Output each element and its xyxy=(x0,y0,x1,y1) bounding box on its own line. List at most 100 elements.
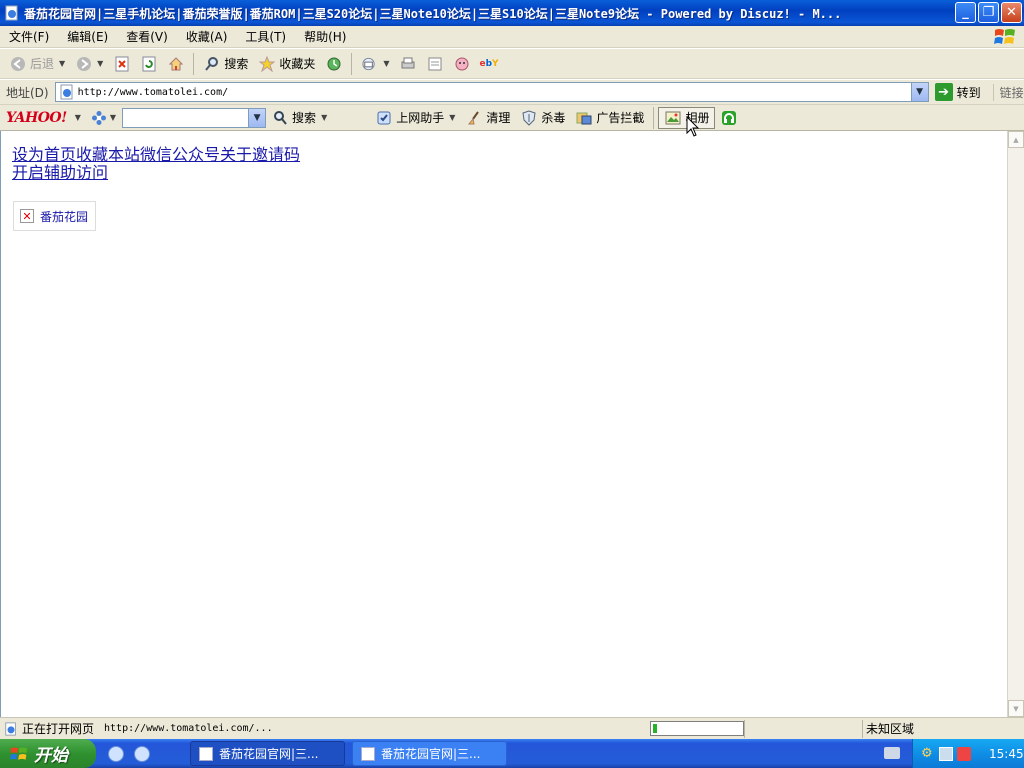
assistant-dropdown-icon[interactable]: ▼ xyxy=(449,113,455,122)
back-label: 后退 xyxy=(30,57,55,71)
links-toolbar[interactable]: 链接 xyxy=(992,83,1024,101)
yahoo-menu-dropdown-icon[interactable]: ▼ xyxy=(75,113,81,122)
music-button[interactable] xyxy=(715,107,742,129)
minimize-button[interactable]: _ xyxy=(955,2,976,23)
menu-tools[interactable]: 工具(T) xyxy=(236,28,295,45)
status-url: http://www.tomatolei.com/... xyxy=(104,723,273,734)
mail-button[interactable]: ▼ xyxy=(356,51,394,77)
magnifier-icon xyxy=(203,55,220,72)
photo-album-icon xyxy=(664,109,681,126)
go-label: 转到 xyxy=(956,85,981,100)
accessibility-link[interactable]: 开启辅助访问 xyxy=(12,163,108,182)
ie-page-icon xyxy=(5,5,18,21)
yahoo-search-dropdown-icon[interactable]: ▼ xyxy=(248,108,266,127)
messenger-button[interactable] xyxy=(449,51,476,77)
loading-progress-bar xyxy=(650,721,744,736)
address-dropdown-icon[interactable]: ▼ xyxy=(910,83,928,101)
history-button[interactable] xyxy=(320,51,347,77)
bookmark-site-link[interactable]: 收藏本站 xyxy=(76,145,140,164)
forward-button[interactable]: ▼ xyxy=(70,51,108,77)
yahoo-search-label: 搜索 xyxy=(292,111,317,125)
page-content: 设为首页收藏本站微信公众号关于邀请码 开启辅助访问 ✕ 番茄花园 xyxy=(0,131,1007,717)
yahoo-search-input[interactable]: ▼ xyxy=(122,107,267,128)
assistant-button[interactable]: 上网助手 ▼ xyxy=(370,107,460,129)
windows-logo-icon xyxy=(990,26,1020,48)
quick-launch xyxy=(108,745,150,762)
magnifier-icon xyxy=(271,109,288,126)
favorites-button[interactable]: 收藏夹 xyxy=(253,51,320,77)
taskbar-window-2[interactable]: 番茄花园官网|三... xyxy=(352,741,507,766)
favorites-label: 收藏夹 xyxy=(279,57,316,71)
clock[interactable]: 15:45 xyxy=(989,747,1024,761)
network-tray-icon[interactable] xyxy=(939,746,953,761)
refresh-button[interactable] xyxy=(135,51,162,77)
desktop-quicklaunch-icon[interactable] xyxy=(134,745,150,762)
yahoo-search-menu-icon[interactable]: ▼ xyxy=(321,113,327,122)
flower-icon[interactable] xyxy=(91,109,108,126)
toolbar-separator xyxy=(653,106,655,129)
status-message: 正在打开网页 http://www.tomatolei.com/... xyxy=(4,720,644,737)
address-bar: 地址(D) http://www.tomatolei.com/ ▼ ➔ 转到 链… xyxy=(0,80,1024,105)
wechat-link[interactable]: 微信公众号 xyxy=(140,145,220,164)
top-links-row-2: 开启辅助访问 xyxy=(12,164,300,182)
back-dropdown-icon[interactable]: ▼ xyxy=(59,59,65,68)
start-label: 开始 xyxy=(34,746,68,766)
address-input[interactable]: http://www.tomatolei.com/ ▼ xyxy=(54,82,929,102)
adblock-label: 广告拦截 xyxy=(596,111,645,125)
menu-edit[interactable]: 编辑(E) xyxy=(58,28,117,45)
keyboard-icon[interactable] xyxy=(884,747,900,759)
forward-dropdown-icon[interactable]: ▼ xyxy=(97,59,103,68)
window-controls: _ ❐ ✕ xyxy=(955,2,1022,23)
restore-button[interactable]: ❐ xyxy=(978,2,999,23)
start-button[interactable]: 开始 xyxy=(0,739,96,768)
clean-button[interactable]: 清理 xyxy=(460,107,515,129)
set-homepage-link[interactable]: 设为首页 xyxy=(12,145,76,164)
back-arrow-icon xyxy=(9,55,26,72)
print-button[interactable] xyxy=(395,51,422,77)
search-label: 搜索 xyxy=(224,57,249,71)
mouse-cursor-icon xyxy=(686,116,700,137)
status-divider xyxy=(744,720,745,738)
status-text: 正在打开网页 xyxy=(22,722,95,736)
search-button[interactable]: 搜索 xyxy=(198,51,253,77)
address-label: 地址(D) xyxy=(6,85,49,100)
vertical-scrollbar[interactable]: ▲ ▼ xyxy=(1007,131,1024,717)
ebay-button[interactable]: ebY xyxy=(476,51,503,77)
edit-button[interactable] xyxy=(422,51,449,77)
mail-dropdown-icon[interactable]: ▼ xyxy=(383,59,389,68)
menu-favorites[interactable]: 收藏(A) xyxy=(177,28,237,45)
menu-bar: 文件(F) 编辑(E) 查看(V) 收藏(A) 工具(T) 帮助(H) xyxy=(0,26,1024,48)
go-arrow-icon: ➔ xyxy=(934,83,953,101)
ie-page-icon xyxy=(199,746,213,761)
back-button[interactable]: 后退 ▼ xyxy=(4,51,70,77)
security-tray-icon[interactable] xyxy=(957,746,971,761)
broken-image-icon: ✕ xyxy=(20,209,34,223)
yahoo-logo[interactable]: YAHOO! xyxy=(6,110,67,126)
adblock-button[interactable]: 广告拦截 xyxy=(570,107,649,129)
window-titlebar[interactable]: 番茄花园官网|三星手机论坛|番茄荣誉版|番茄ROM|三星S20论坛|三星Note… xyxy=(0,0,1024,26)
site-logo-image[interactable]: ✕ 番茄花园 xyxy=(13,201,96,231)
antivirus-button[interactable]: 杀毒 xyxy=(515,107,570,129)
menu-file[interactable]: 文件(F) xyxy=(0,28,58,45)
messenger-icon xyxy=(454,55,471,72)
toolbar-separator xyxy=(351,52,353,75)
menu-view[interactable]: 查看(V) xyxy=(117,28,177,45)
scroll-up-arrow[interactable]: ▲ xyxy=(1008,131,1024,148)
go-button[interactable]: ➔ 转到 xyxy=(934,83,981,101)
flower-dropdown-icon[interactable]: ▼ xyxy=(110,113,116,122)
clean-label: 清理 xyxy=(486,111,511,125)
close-button[interactable]: ✕ xyxy=(1001,2,1022,23)
page-icon xyxy=(60,84,73,100)
scroll-down-arrow[interactable]: ▼ xyxy=(1008,700,1024,717)
taskbar-window-1[interactable]: 番茄花园官网|三... xyxy=(190,741,345,766)
stop-button[interactable] xyxy=(108,51,135,77)
refresh-icon xyxy=(140,55,157,72)
menu-help[interactable]: 帮助(H) xyxy=(295,28,355,45)
gear-tray-icon[interactable]: ⚙ xyxy=(921,746,935,761)
star-icon xyxy=(258,55,275,72)
home-button[interactable] xyxy=(162,51,189,77)
ie-quicklaunch-icon[interactable] xyxy=(108,745,124,762)
yahoo-search-button[interactable]: 搜索 ▼ xyxy=(266,107,332,129)
checkbox-shield-icon xyxy=(375,109,392,126)
invite-code-link[interactable]: 关于邀请码 xyxy=(220,145,300,164)
